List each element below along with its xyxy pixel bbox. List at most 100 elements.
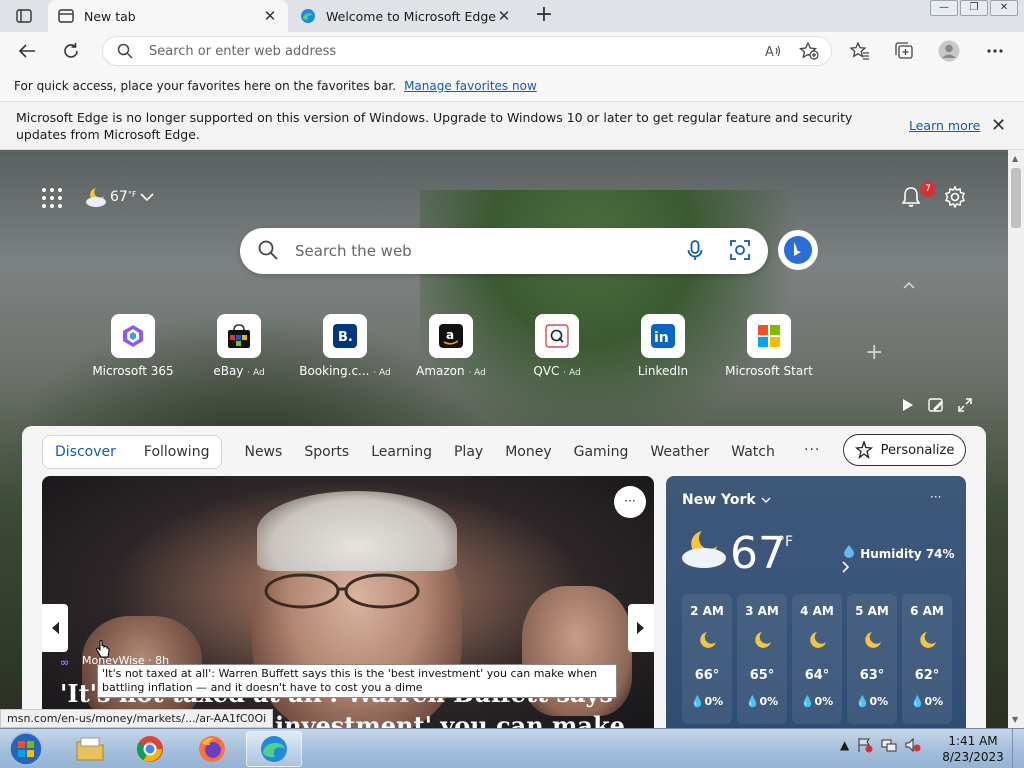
back-arrow-icon[interactable] (16, 40, 38, 62)
carousel-next-button[interactable] (628, 604, 654, 652)
app-launcher-icon[interactable] (42, 188, 62, 208)
carousel-prev-button[interactable] (42, 604, 68, 652)
feed-nav-gaming[interactable]: Gaming (574, 444, 629, 460)
feed-nav-learning[interactable]: Learning (371, 444, 432, 460)
hourly-forecast-item[interactable]: 2 AM 66° 💧0% (682, 594, 732, 724)
scroll-down-arrow-icon[interactable]: ▼ (1012, 715, 1018, 724)
feed-nav-watch[interactable]: Watch (731, 444, 775, 460)
weather-more-button[interactable]: ··· (930, 490, 941, 504)
tray-expand-icon[interactable]: ▲ (840, 738, 849, 752)
quicklink-linkedin[interactable]: in LinkedIn (610, 314, 716, 378)
tab-following[interactable]: Following (144, 444, 210, 460)
minimize-button[interactable]: — (930, 0, 958, 16)
add-favorite-icon[interactable] (798, 40, 820, 62)
close-window-button[interactable]: ✕ (990, 0, 1018, 16)
moon-cloud-icon (86, 188, 106, 207)
hand-cursor-icon (96, 640, 110, 658)
feed-nav-sports[interactable]: Sports (304, 444, 349, 460)
quicklink-microsoft-start[interactable]: Microsoft Start (716, 314, 822, 378)
weather-card[interactable]: New York ··· 67 °F Humidity 74% 2 AM 66°… (666, 476, 966, 728)
quicklink-qvc[interactable]: QVC · Ad (504, 314, 610, 378)
chevron-up-icon[interactable] (903, 278, 915, 292)
show-desktop-button[interactable] (1012, 729, 1024, 768)
expand-icon[interactable] (958, 398, 972, 412)
manage-favorites-link[interactable]: Manage favorites now (404, 79, 537, 93)
svg-text:in: in (654, 330, 669, 346)
hour-precip-value: 0% (704, 695, 724, 708)
tab-close-icon[interactable]: ✕ (262, 7, 278, 25)
volume-muted-icon[interactable] (905, 737, 921, 753)
new-tab-button[interactable]: + (532, 4, 556, 28)
tab-new-tab[interactable]: New tab ✕ (48, 0, 288, 32)
collections-icon[interactable] (893, 40, 915, 62)
page-settings-gear-icon[interactable] (944, 185, 966, 209)
bing-chat-button[interactable] (778, 230, 818, 270)
taskbar-file-explorer[interactable] (62, 731, 118, 767)
humidity-text: Humidity 74% (860, 547, 955, 561)
hour-temp: 65° (749, 668, 775, 683)
add-quicklink-button[interactable]: + (865, 340, 883, 365)
microphone-icon[interactable] (687, 240, 703, 266)
feed-nav-weather[interactable]: Weather (650, 444, 709, 460)
scroll-up-arrow-icon[interactable]: ▲ (1012, 154, 1018, 163)
favorites-bar: For quick access, place your favorites h… (0, 70, 1024, 102)
quicklink-ebay[interactable]: eBay · Ad (186, 314, 292, 378)
personalize-button[interactable]: Personalize (843, 434, 966, 466)
address-bar[interactable] (102, 36, 832, 66)
restore-button[interactable]: ❐ (960, 0, 988, 16)
hour-precip-value: 0% (924, 695, 944, 708)
hourly-forecast-item[interactable]: 3 AM 65° 💧0% (737, 594, 787, 724)
hourly-forecast-item[interactable]: 6 AM 62° 💧0% (902, 594, 952, 724)
tab-discover[interactable]: Discover (55, 444, 116, 460)
hour-time: 2 AM (690, 604, 724, 618)
taskbar-chrome[interactable] (122, 731, 178, 767)
feed-nav-news[interactable]: News (244, 444, 282, 460)
feed-nav-play[interactable]: Play (454, 444, 483, 460)
taskbar-clock[interactable]: 1:41 AM 8/23/2023 (938, 733, 1008, 765)
chevron-right-icon (842, 561, 850, 573)
ad-marker: · Ad (563, 368, 581, 378)
hour-temp: 66° (694, 668, 720, 683)
quicklink-microsoft-365[interactable]: Microsoft 365 (80, 314, 186, 378)
hour-precip-value: 0% (759, 695, 779, 708)
address-input[interactable] (149, 41, 729, 61)
tab-welcome-edge[interactable]: Welcome to Microsoft Edge ✕ (290, 0, 522, 32)
start-button[interactable] (4, 731, 48, 767)
link-tooltip: 'It's not taxed at all': Warren Buffett … (97, 664, 617, 698)
more-menu-icon[interactable] (984, 40, 1006, 62)
weather-city[interactable]: New York (682, 492, 771, 508)
quicklink-amazon[interactable]: a Amazon · Ad (398, 314, 504, 378)
hourly-forecast-item[interactable]: 4 AM 64° 💧0% (792, 594, 842, 724)
scrollbar-thumb[interactable] (1011, 168, 1021, 228)
play-icon[interactable] (900, 398, 914, 412)
quicklink-booking[interactable]: B. Booking.c... · Ad (292, 314, 398, 378)
taskbar-firefox[interactable] (184, 731, 240, 767)
edit-background-icon[interactable] (928, 398, 944, 412)
infobar-close-icon[interactable]: ✕ (991, 115, 1006, 136)
taskbar-edge[interactable] (246, 731, 302, 767)
tab-actions-icon[interactable] (10, 6, 38, 26)
hero-more-button[interactable]: ··· (614, 486, 646, 518)
tab-strip: New tab ✕ Welcome to Microsoft Edge ✕ + … (0, 0, 1024, 32)
favorites-icon[interactable] (849, 40, 871, 62)
refresh-icon[interactable] (60, 40, 82, 62)
window-controls: — ❐ ✕ (928, 0, 1018, 16)
notifications-bell-icon[interactable] (900, 186, 922, 208)
page-scrollbar[interactable]: ▲ ▼ (1008, 150, 1024, 728)
visual-search-icon[interactable] (730, 240, 750, 264)
profile-avatar[interactable] (938, 40, 960, 62)
feed-nav-money[interactable]: Money (505, 444, 551, 460)
learn-more-link[interactable]: Learn more (909, 118, 980, 133)
humidity-readout[interactable]: Humidity 74% (842, 544, 966, 576)
web-search-box[interactable]: Search the web (240, 228, 768, 274)
action-center-flag-icon[interactable] (857, 737, 873, 753)
tab-close-icon[interactable]: ✕ (496, 7, 512, 25)
weather-widget-mini[interactable]: 67 °F (84, 186, 155, 208)
hourly-forecast-item[interactable]: 5 AM 63° 💧0% (847, 594, 897, 724)
quick-links: Microsoft 365 eBay · Ad B. Booking.c... … (80, 314, 840, 384)
feed-more-button[interactable]: ··· (804, 442, 820, 458)
hero-photo-glasses (264, 573, 420, 609)
network-icon[interactable] (881, 737, 897, 753)
hour-time: 3 AM (745, 604, 779, 618)
read-aloud-icon[interactable]: A (762, 40, 784, 62)
